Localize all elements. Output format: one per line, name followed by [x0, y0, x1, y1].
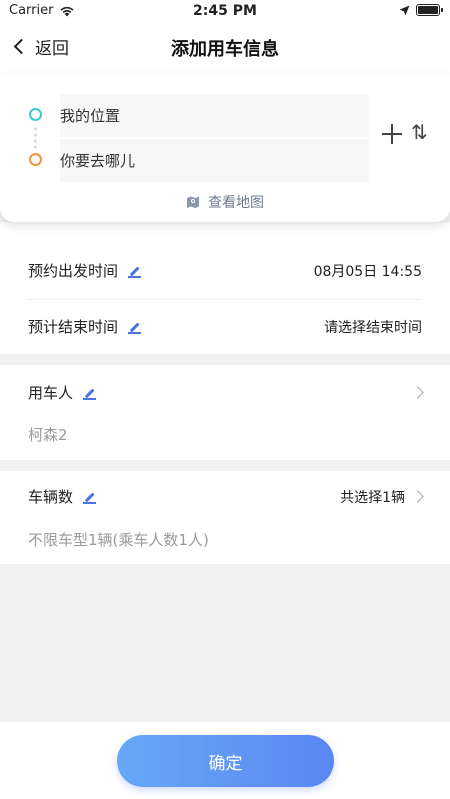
page-title: 添加用车信息	[171, 39, 279, 60]
vehicle-count-label-group: 车辆数	[28, 486, 97, 507]
vehicle-section: 车辆数 共选择1辆 不限车型1辆(乘车人数1人)	[0, 471, 450, 564]
nav-bar: 返回 添加用车信息	[0, 22, 450, 74]
footer: 确定	[0, 722, 450, 799]
end-time-row[interactable]: 预计结束时间 请选择结束时间	[28, 316, 422, 337]
passenger-chevron-wrap	[411, 386, 424, 399]
destination-text: 你要去哪儿	[60, 152, 136, 170]
battery-icon	[416, 4, 443, 16]
vehicle-summary: 共选择1辆	[340, 489, 405, 506]
status-time: 2:45 PM	[193, 3, 257, 19]
swap-locations-button[interactable]: ⇅	[411, 120, 428, 144]
status-right	[399, 4, 443, 16]
confirm-label: 确定	[208, 753, 243, 774]
confirm-button[interactable]: 确定	[117, 735, 334, 787]
vehicle-detail: 不限车型1辆(乘车人数1人)	[28, 531, 209, 549]
divider	[28, 299, 422, 300]
destination-field[interactable]: 你要去哪儿	[60, 139, 369, 182]
status-bar: Carrier 2:45 PM	[0, 0, 450, 22]
depart-time-row[interactable]: 预约出发时间 08月05日 14:55	[28, 260, 422, 281]
passenger-label: 用车人	[28, 384, 74, 402]
end-time-label: 预计结束时间	[28, 318, 119, 336]
vehicle-summary-group: 共选择1辆	[340, 487, 424, 507]
location-arrow-icon	[399, 5, 410, 15]
pencil-icon	[83, 386, 97, 400]
schedule-section: 预约出发时间 08月05日 14:55 预计结束时间 请选择结束时间	[0, 222, 450, 354]
start-location-field[interactable]: 我的位置	[60, 94, 369, 137]
view-map-label: 查看地图	[208, 195, 264, 211]
chevron-right-icon	[411, 386, 424, 399]
end-dot-icon	[29, 153, 42, 166]
start-location-text: 我的位置	[60, 107, 121, 125]
chevron-right-icon	[411, 490, 424, 503]
passenger-name: 柯森2	[28, 426, 68, 444]
passenger-label-group: 用车人	[28, 382, 97, 403]
pencil-icon	[128, 264, 142, 278]
end-time-label-group: 预计结束时间	[28, 316, 142, 337]
pencil-icon	[83, 490, 97, 504]
start-dot-icon	[29, 108, 42, 121]
passenger-section: 用车人 柯森2	[0, 365, 450, 460]
view-map-link[interactable]: 查看地图	[0, 192, 450, 212]
pencil-icon	[128, 320, 142, 334]
route-connector	[34, 126, 37, 148]
depart-time-label: 预约出发时间	[28, 262, 119, 280]
add-stop-button[interactable]	[381, 123, 403, 145]
end-time-value: 请选择结束时间	[324, 319, 422, 336]
vehicle-count-label: 车辆数	[28, 488, 74, 506]
route-card: 我的位置 你要去哪儿 ⇅ 查看地图	[0, 74, 450, 222]
swap-icon: ⇅	[411, 120, 428, 144]
map-icon	[187, 196, 199, 208]
passenger-row[interactable]: 用车人	[28, 382, 424, 403]
vehicle-count-row[interactable]: 车辆数 共选择1辆	[28, 486, 424, 507]
depart-time-label-group: 预约出发时间	[28, 260, 142, 281]
depart-time-value: 08月05日 14:55	[313, 263, 422, 280]
